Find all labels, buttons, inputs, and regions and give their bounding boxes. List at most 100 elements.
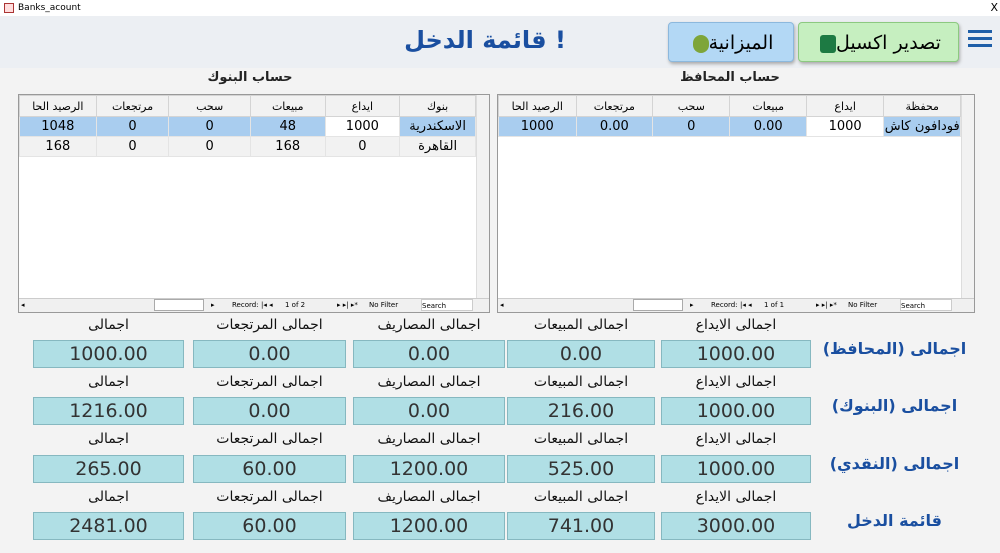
filter-button[interactable]: No Filter [369, 299, 398, 312]
first-prev-buttons[interactable]: |◂ ◂ [261, 299, 273, 312]
summary-label: اجمالى الايداع [695, 374, 777, 390]
title-bar: Banks_acount X [0, 0, 1000, 16]
scroll-left[interactable]: ◂ [500, 299, 504, 312]
record-selector[interactable] [476, 95, 489, 298]
summary-value: 265.00 [33, 455, 184, 483]
record-position[interactable]: 1 of 2 [285, 299, 305, 312]
summary-value: 1000.00 [661, 397, 811, 425]
banks-grid[interactable]: بنوك ايداع مبيعات سحب مرتجعات الرصيد الحا الاس… [18, 94, 490, 313]
table-cell[interactable]: 1000 [805, 116, 885, 137]
column-header[interactable]: سحب [168, 95, 251, 117]
column-header[interactable]: مرتجعات [95, 95, 170, 117]
column-header[interactable]: بنوك [399, 95, 476, 117]
summary-label: اجمالى المرتجعات [216, 374, 323, 390]
next-last-buttons[interactable]: ▸ ▸| ▸* [816, 299, 837, 312]
summary-row-title: اجمالى (البنوك) [831, 396, 958, 415]
table-cell[interactable]: 0.00 [729, 116, 807, 137]
app-icon [4, 3, 14, 13]
money-bag-icon [692, 34, 709, 53]
record-label[interactable]: Record: [711, 299, 738, 312]
summary-value: 60.00 [193, 455, 346, 483]
summary-label: اجمالى المبيعات [533, 489, 629, 505]
summary-label: اجمالى المبيعات [533, 374, 629, 390]
table-cell[interactable]: 168 [19, 136, 97, 157]
record-label[interactable]: Record: [232, 299, 259, 312]
summary-label: اجمالى الايداع [695, 317, 777, 333]
summary-row-title: اجمالى (النقدي) [829, 454, 960, 473]
table-cell[interactable]: القاهرة [399, 136, 476, 157]
table-cell[interactable]: 1048 [19, 116, 97, 137]
summary-value: 525.00 [507, 455, 655, 483]
table-cell[interactable]: الاسكندرية [399, 116, 476, 137]
summary-value: 0.00 [353, 397, 505, 425]
summary-value: 216.00 [507, 397, 655, 425]
menu-icon[interactable] [968, 30, 992, 48]
column-header[interactable]: سحب [652, 95, 731, 117]
search-box[interactable]: Search [421, 299, 473, 311]
table-row[interactable]: الاسكندرية 1000 48 0 0 1048 [19, 116, 476, 137]
column-header[interactable]: مبيعات [729, 95, 807, 117]
table-cell[interactable]: 0.00 [575, 116, 654, 137]
h-scrollbar[interactable] [154, 299, 204, 311]
record-position[interactable]: 1 of 1 [764, 299, 784, 312]
summary-label: اجمالى المصاريف [377, 374, 481, 390]
table-cell[interactable]: 168 [249, 136, 326, 157]
wallets-grid[interactable]: محفظة ايداع مبيعات سحب مرتجعات الرصيد الحا فود… [497, 94, 975, 313]
table-cell[interactable]: 0 [168, 116, 251, 137]
export-excel-button[interactable]: تصدير اكسيل [798, 22, 959, 62]
table-cell[interactable]: 0 [652, 116, 731, 137]
scroll-right[interactable]: ▸ [690, 299, 694, 312]
column-header[interactable]: مرتجعات [575, 95, 654, 117]
budget-button[interactable]: الميزانية [668, 22, 794, 62]
summary-value: 1000.00 [661, 340, 811, 368]
summary-value: 1000.00 [661, 455, 811, 483]
summary-label: اجمالى المبيعات [533, 431, 629, 447]
summary-label: اجمالى الايداع [695, 431, 777, 447]
summary-row-title: اجمالى (المحافظ) [822, 339, 967, 358]
excel-icon [820, 34, 837, 53]
table-cell[interactable]: 1000 [498, 116, 577, 137]
column-header[interactable]: ايداع [324, 95, 401, 117]
table-cell[interactable]: 0 [168, 136, 251, 157]
column-header[interactable]: الرصيد الحا [498, 95, 577, 117]
summary-value: 1000.00 [33, 340, 184, 368]
record-selector[interactable] [961, 95, 974, 298]
summary-value: 0.00 [193, 397, 346, 425]
table-row[interactable]: القاهرة 0 168 0 0 168 [19, 136, 476, 157]
table-cell[interactable]: 0 [95, 116, 170, 137]
summary-value: 1200.00 [353, 512, 505, 540]
table-cell[interactable]: 0 [324, 136, 401, 157]
header-row: محفظة ايداع مبيعات سحب مرتجعات الرصيد الحا [498, 95, 961, 117]
summary-row-title: قائمة الدخل [846, 511, 943, 530]
column-header[interactable]: ايداع [805, 95, 885, 117]
summary-label: اجمالى [88, 489, 129, 505]
search-box[interactable]: Search [900, 299, 952, 311]
summary-value: 741.00 [507, 512, 655, 540]
filter-button[interactable]: No Filter [848, 299, 877, 312]
summary-label: اجمالى المرتجعات [216, 317, 323, 333]
record-navigator: ◂ ▸ Record: |◂ ◂ 1 of 2 ▸ ▸| ▸* No Filter Searc… [19, 298, 489, 312]
column-header[interactable]: مبيعات [249, 95, 326, 117]
banks-title: حساب البنوك [207, 70, 293, 85]
table-cell[interactable]: 0 [95, 136, 170, 157]
summary-value: 0.00 [507, 340, 655, 368]
table-row[interactable]: فودافون كاش 1000 0.00 0 0.00 1000 [498, 116, 961, 137]
summary-value: 3000.00 [661, 512, 811, 540]
table-cell[interactable]: 48 [249, 116, 326, 137]
budget-label: الميزانية [708, 32, 774, 54]
table-cell[interactable]: 1000 [324, 116, 401, 137]
first-prev-buttons[interactable]: |◂ ◂ [740, 299, 752, 312]
column-header[interactable]: الرصيد الحا [19, 95, 97, 117]
scroll-right[interactable]: ▸ [211, 299, 215, 312]
summary-value: 1216.00 [33, 397, 184, 425]
summary-label: اجمالى المبيعات [533, 317, 629, 333]
summary-label: اجمالى المرتجعات [216, 489, 323, 505]
table-cell[interactable]: فودافون كاش [883, 116, 961, 137]
close-button[interactable]: X [990, 0, 998, 16]
h-scrollbar[interactable] [633, 299, 683, 311]
summary-label: اجمالى المصاريف [377, 317, 481, 333]
next-last-buttons[interactable]: ▸ ▸| ▸* [337, 299, 358, 312]
scroll-left[interactable]: ◂ [21, 299, 25, 312]
column-header[interactable]: محفظة [883, 95, 961, 117]
summary-label: اجمالى [88, 317, 129, 333]
